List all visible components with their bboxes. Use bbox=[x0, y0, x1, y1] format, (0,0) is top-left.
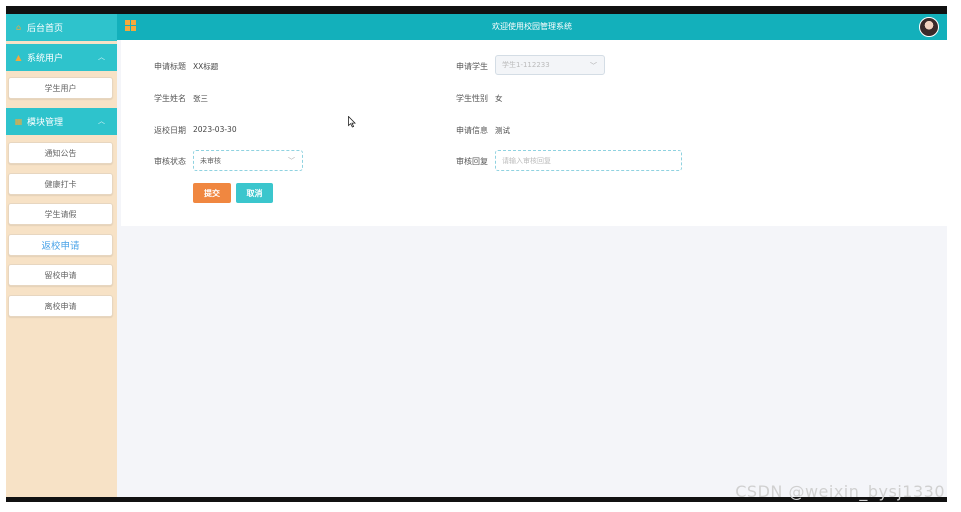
sidebar-item-label: 健康打卡 bbox=[44, 179, 77, 189]
sidebar-section-system-users[interactable]: ▲ 系统用户 ︿ bbox=[6, 44, 117, 71]
sidebar-section-modules[interactable]: ▦ 模块管理 ︿ bbox=[6, 108, 117, 135]
section-label: 模块管理 bbox=[27, 118, 64, 128]
info-label: 申请信息 bbox=[456, 126, 488, 135]
grid-icon: ▦ bbox=[14, 117, 23, 126]
date-value: 2023-03-30 bbox=[193, 125, 237, 134]
sidebar-item-label: 学生用户 bbox=[44, 83, 77, 93]
sidebar-item-label: 留校申请 bbox=[44, 270, 77, 280]
student-select-value: 学生1-112233 bbox=[502, 61, 550, 69]
sidebar-item-student-leave[interactable]: 学生请假 bbox=[8, 203, 113, 225]
student-select: 学生1-112233 ﹀ bbox=[495, 55, 605, 75]
gender-label: 学生性别 bbox=[456, 94, 488, 103]
sidebar-item-health-checkin[interactable]: 健康打卡 bbox=[8, 173, 113, 195]
gender-value: 女 bbox=[495, 94, 503, 103]
chevron-down-icon: ﹀ bbox=[288, 157, 295, 165]
header-title: 欢迎使用校园管理系统 bbox=[492, 22, 572, 31]
sidebar-home-label: 后台首页 bbox=[27, 24, 64, 34]
info-value: 测试 bbox=[495, 126, 510, 135]
sidebar-item-label: 返校申请 bbox=[41, 241, 80, 252]
status-select-value: 未审核 bbox=[200, 156, 221, 165]
reply-input[interactable] bbox=[495, 150, 682, 171]
reply-label: 审核回复 bbox=[456, 157, 488, 166]
sidebar-item-notices[interactable]: 通知公告 bbox=[8, 142, 113, 164]
sidebar: ⌂ 后台首页 ▲ 系统用户 ︿ 学生用户 ▦ 模块管理 ︿ 通知公告 健康打卡 … bbox=[6, 14, 117, 497]
sidebar-item-stay-request[interactable]: 留校申请 bbox=[8, 264, 113, 286]
status-label: 审核状态 bbox=[154, 157, 186, 166]
mouse-cursor-icon bbox=[348, 115, 356, 128]
sidebar-home[interactable]: ⌂ 后台首页 bbox=[6, 14, 117, 41]
title-value: XX标题 bbox=[193, 62, 219, 71]
sidebar-item-student-users[interactable]: 学生用户 bbox=[8, 77, 113, 99]
top-header: 欢迎使用校园管理系统 bbox=[117, 14, 947, 40]
name-value: 张三 bbox=[193, 94, 208, 103]
sidebar-item-label: 通知公告 bbox=[44, 148, 77, 158]
submit-button[interactable]: 提交 bbox=[193, 183, 231, 203]
section-label: 系统用户 bbox=[27, 54, 64, 64]
title-label: 申请标题 bbox=[154, 62, 186, 71]
status-select[interactable]: 未审核 ﹀ bbox=[193, 150, 303, 171]
return-request-form: 申请标题 XX标题 申请学生 学生1-112233 ﹀ 学生姓名 张三 学生性别… bbox=[121, 40, 947, 226]
sidebar-item-leave-school-request[interactable]: 离校申请 bbox=[8, 295, 113, 317]
main-content: 申请标题 XX标题 申请学生 学生1-112233 ﹀ 学生姓名 张三 学生性别… bbox=[117, 40, 947, 497]
window-top-border bbox=[6, 6, 947, 14]
chevron-up-icon: ︿ bbox=[98, 53, 105, 61]
user-icon: ▲ bbox=[15, 53, 22, 62]
chevron-up-icon: ︿ bbox=[98, 117, 105, 125]
chevron-down-icon: ﹀ bbox=[590, 62, 597, 70]
home-icon: ⌂ bbox=[15, 23, 22, 32]
avatar[interactable] bbox=[919, 17, 939, 37]
cancel-button[interactable]: 取消 bbox=[236, 183, 273, 203]
sidebar-item-label: 学生请假 bbox=[44, 209, 77, 219]
name-label: 学生姓名 bbox=[154, 94, 186, 103]
watermark: CSDN @weixin_bysj1330 bbox=[735, 482, 945, 501]
sidebar-item-return-request[interactable]: 返校申请 bbox=[8, 234, 113, 256]
date-label: 返校日期 bbox=[154, 126, 186, 135]
sidebar-item-label: 离校申请 bbox=[44, 301, 77, 311]
student-label: 申请学生 bbox=[456, 62, 488, 71]
